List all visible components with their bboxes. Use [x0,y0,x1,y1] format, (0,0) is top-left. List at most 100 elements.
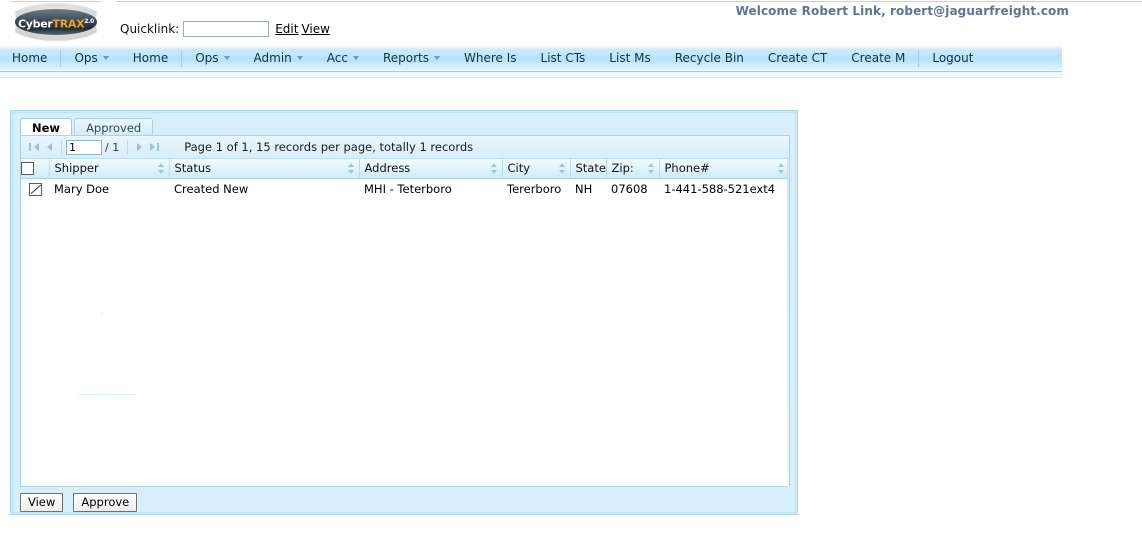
chevron-down-icon [223,56,230,60]
pager-last-bar-icon [157,143,160,151]
quicklink-input[interactable] [183,21,270,37]
panel-action-bar: View Approve [20,491,138,513]
nav-separator [181,49,183,67]
tab-approved[interactable]: Approved [74,118,154,136]
nav-item-admin[interactable]: Admin [242,45,315,71]
nav-item-reports[interactable]: Reports [371,45,452,71]
page-header: CyberTRAX2.0 Quicklink: Edit View Welcome … [0,0,1142,47]
pager-last-button[interactable] [147,140,161,154]
table-row[interactable]: Mary Doe Created New MHI - Teterboro Tererb… [21,178,789,200]
nav-item-ops[interactable]: Ops [62,45,120,71]
nav-item-label: Create CT [767,51,828,65]
nav-item-home[interactable]: Home [0,45,59,71]
nav-item-label: List CTs [540,51,586,65]
column-header-status[interactable]: Status [169,159,360,179]
column-header-label: Status [174,161,212,176]
main-navigation-bar: Home Ops Home Ops Admin Acc Reports Where Is Lis… [0,45,1062,72]
cell-state: NH [570,178,606,200]
column-header-inner: City [508,159,570,178]
records-table: Shipper Status Address City State Zip: Phone# … [21,159,790,200]
nav-item-label: Home [132,51,169,65]
column-header-inner: Zip: [612,159,659,178]
pager-total-pages: / 1 [105,140,120,154]
render-artifact-dot [100,313,103,316]
nav-item-list: Home Ops Home Ops Admin Acc Reports Where Is Lis… [0,45,985,71]
nav-item-where-is[interactable]: Where Is [452,45,529,71]
pager-divider-left [61,140,62,154]
logo-text-trax: TRAX [52,17,85,31]
view-button[interactable]: View [20,493,64,512]
nav-item-label: Admin [253,51,292,65]
nav-item-home[interactable]: Home [121,45,180,71]
pager-prev-arrow-icon [46,143,52,151]
pager-next-button[interactable] [132,140,146,154]
column-header-inner: Phone# [665,159,789,178]
pager-divider-right [127,140,129,154]
pager-next-arrow-icon [136,143,142,151]
quicklink-view-link[interactable]: View [301,22,329,36]
column-header-address[interactable]: Address [359,159,503,179]
column-header-state[interactable]: State [570,159,612,179]
row-select-cell [21,178,49,200]
sort-arrows-icon[interactable] [777,162,785,174]
logo-pinch-left [0,0,16,47]
column-header-shipper[interactable]: Shipper [49,159,170,179]
logo-text: CyberTRAX2.0 [15,9,97,35]
nav-item-list-ms[interactable]: List Ms [597,45,662,71]
nav-item-logout[interactable]: Logout [920,45,985,71]
cell-zip: 07608 [606,178,659,200]
content-panel-inner: NewApproved / 1 [12,112,796,513]
welcome-message: Welcome Robert Link, robert@jaguarfreigh… [735,4,1069,18]
column-header-city[interactable]: City [502,159,571,179]
sort-arrows-icon[interactable] [490,162,498,174]
nav-item-recycle-bin[interactable]: Recycle Bin [663,45,756,71]
nav-item-create-m[interactable]: Create M [839,45,917,71]
cell-address: MHI - Teterboro [359,178,502,200]
logo-pinch-right [96,0,122,47]
column-header-label: State [575,161,606,176]
app-window: CyberTRAX2.0 Quicklink: Edit View Welcome … [0,0,1142,556]
nav-item-label: Ops [74,51,98,65]
select-all-checkbox[interactable] [21,162,34,176]
nav-item-label: List Ms [609,51,651,65]
header-top-rule [0,1,1142,2]
cybertrax-logo[interactable]: CyberTRAX2.0 [0,0,122,47]
cell-phone: 1-441-588-521ext4 [659,178,789,200]
nav-item-label: Home [12,51,48,65]
pager-prev-button[interactable] [42,140,56,154]
column-header-zip-[interactable]: Zip: [606,159,660,179]
pager-first-button[interactable] [27,140,41,154]
table-body: Mary Doe Created New MHI - Teterboro Tererb… [21,178,789,200]
column-header-label: Address [364,161,411,176]
grid-vertical-scroll-edge[interactable] [787,159,789,487]
sort-arrows-icon[interactable] [347,162,355,174]
nav-separator [918,49,920,67]
sort-arrows-icon[interactable] [157,162,165,174]
chevron-down-icon [102,56,109,60]
tab-bar: New Approved [20,117,154,136]
logo-inner-plate: CyberTRAX2.0 [15,9,97,35]
nav-item-acc[interactable]: Acc [315,45,371,71]
cell-city: Tererboro [502,178,570,200]
select-all-header-cell [21,159,50,179]
column-header-phone-[interactable]: Phone# [659,159,790,179]
tab-new[interactable]: New [20,118,73,136]
nav-item-list-cts[interactable]: List CTs [529,45,598,71]
nav-item-create-ct[interactable]: Create CT [756,45,839,71]
row-select-checkbox[interactable] [28,183,42,197]
pager-page-input[interactable] [66,139,102,155]
approve-button[interactable]: Approve [73,493,138,512]
quicklink-edit-link[interactable]: Edit [275,22,298,36]
sort-arrows-icon[interactable] [558,162,566,174]
nav-item-ops[interactable]: Ops [183,45,241,71]
sort-arrows-icon[interactable] [647,162,655,174]
nav-item-label: Where Is [464,51,517,65]
column-header-label: Shipper [54,161,99,176]
nav-item-label: Logout [932,51,974,65]
chevron-down-icon [434,56,441,60]
column-header-label: Phone# [664,161,710,176]
pager-first-bar-icon [29,143,31,151]
pager-first-arrow-icon [33,143,39,151]
table-header: Shipper Status Address City State Zip: Phone# [21,159,790,179]
nav-item-label: Create M [851,51,906,65]
